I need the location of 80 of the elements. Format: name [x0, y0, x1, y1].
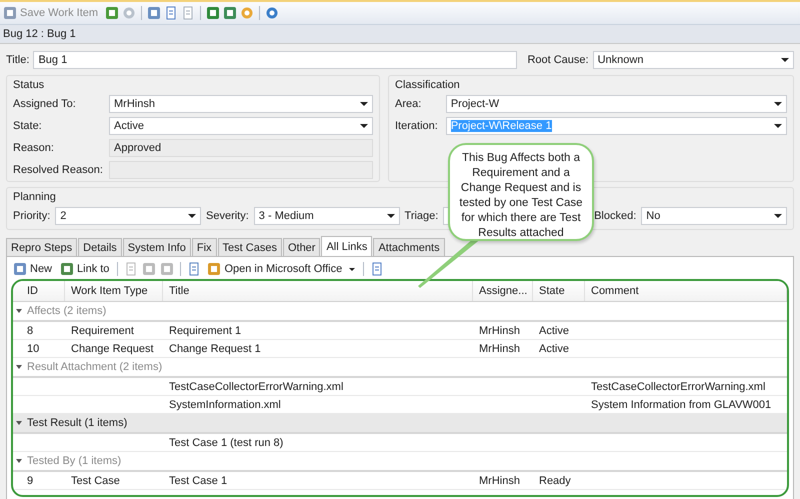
table-cell-text: Change Request	[70, 342, 155, 354]
field-label: Iteration:	[395, 119, 438, 133]
group-label: Result Attachment (2 items)	[27, 361, 162, 373]
caret-icon	[781, 58, 789, 62]
field-label: Title:	[6, 54, 30, 66]
caret-icon	[349, 268, 356, 270]
table-cell-text: MrHinsh	[478, 474, 521, 486]
group-row[interactable]: Test Result (1 items)	[13, 414, 787, 434]
column-header[interactable]: ID	[13, 281, 65, 301]
table-cell-text: TestCaseCollectorErrorWarning.xml	[168, 380, 344, 392]
callout-tooltip: This Bug Affects both a Requirement and a Change Request and is tested by one Test Case for which there are Test Results attached	[448, 143, 594, 241]
table-cell-text: System Information from GLAVW001	[590, 398, 772, 410]
dropdown-field[interactable]: No	[641, 207, 787, 225]
root-cause-dropdown[interactable]: Unknown	[592, 51, 794, 69]
field-label: Resolved Reason:	[13, 163, 101, 177]
caret-icon	[774, 124, 782, 128]
table-cell-text: MrHinsh	[478, 342, 521, 354]
field-label: Severity:	[206, 210, 249, 222]
expand-icon[interactable]	[16, 309, 22, 313]
work-item-header: Bug 12 : Bug 1	[0, 25, 800, 44]
table-cell-text: Requirement	[70, 324, 135, 336]
field-label: Root Cause:	[527, 54, 589, 66]
column-header[interactable]: State	[533, 281, 585, 301]
caret-icon	[360, 102, 368, 106]
caret-icon	[774, 102, 782, 106]
new-button[interactable]: New	[11, 262, 54, 276]
group-heading: Status	[13, 78, 44, 92]
group-label: Test Result (1 items)	[27, 417, 128, 429]
field-label: Priority:	[13, 210, 50, 222]
expand-icon[interactable]	[16, 459, 22, 463]
field-label: Assigned To:	[13, 97, 77, 111]
caret-icon	[774, 214, 782, 218]
tab[interactable]: Fix	[192, 238, 217, 256]
field-label: Blocked:	[594, 210, 636, 222]
column-header[interactable]: Assigne...	[473, 281, 533, 301]
table-cell-text: Active	[538, 324, 570, 336]
table-cell-text: 8	[26, 324, 34, 336]
tab[interactable]: Details	[78, 238, 122, 256]
dropdown-field[interactable]: Project-W	[446, 95, 787, 113]
table-cell-text: Change Request 1	[168, 342, 262, 354]
office-button[interactable]: Open in Microsoft Office	[205, 262, 358, 276]
table-cell-text: Test Case 1 (test run 8)	[168, 436, 284, 448]
link-to-button[interactable]: Link to	[58, 262, 112, 276]
column-header[interactable]: Work Item Type	[65, 281, 163, 301]
field-label: State:	[13, 119, 43, 133]
table-cell-text: 9	[26, 474, 34, 486]
table-cell-text: SystemInformation.xml	[168, 398, 282, 410]
title-field[interactable]: Bug 1	[33, 51, 518, 69]
table-cell-text: Requirement 1	[168, 324, 242, 336]
tab[interactable]: Repro Steps	[6, 238, 78, 256]
field-label: Triage:	[404, 210, 438, 222]
dropdown-field[interactable]: 2	[55, 207, 201, 225]
caret-icon	[386, 214, 395, 218]
expand-icon[interactable]	[16, 365, 22, 369]
tab[interactable]: All Links	[321, 236, 372, 256]
dropdown-field[interactable]: MrHinsh	[109, 95, 373, 113]
group-label: Tested By (1 items)	[27, 455, 122, 467]
table-cell-text: TestCaseCollectorErrorWarning.xml	[590, 380, 766, 392]
tab[interactable]: System Info	[122, 238, 191, 256]
table-cell-text: Ready	[538, 474, 572, 486]
table-cell-text: MrHinsh	[478, 324, 521, 336]
expand-icon[interactable]	[16, 421, 22, 425]
table-cell-text: Active	[538, 342, 570, 354]
table-cell-text: 10	[26, 342, 40, 354]
dropdown-field[interactable]: Active	[109, 117, 373, 135]
field-label: Reason:	[13, 141, 55, 155]
table-cell-text: Test Case 1	[168, 474, 228, 486]
tab[interactable]: Attachments	[373, 238, 445, 256]
readonly-field: Approved	[109, 139, 373, 157]
group-heading: Planning	[13, 190, 56, 204]
caret-icon	[360, 124, 368, 128]
group-label: Affects (2 items)	[27, 305, 106, 317]
caret-icon	[188, 214, 196, 218]
tab[interactable]: Test Cases	[218, 238, 282, 256]
tab[interactable]: Other	[282, 238, 320, 256]
dropdown-field[interactable]: 3 - Medium	[254, 207, 400, 225]
table-cell-text: Test Case	[70, 474, 121, 486]
column-header[interactable]: Comment	[585, 281, 787, 301]
field-label: Area:	[395, 97, 422, 111]
group-heading: Classification	[395, 78, 460, 92]
